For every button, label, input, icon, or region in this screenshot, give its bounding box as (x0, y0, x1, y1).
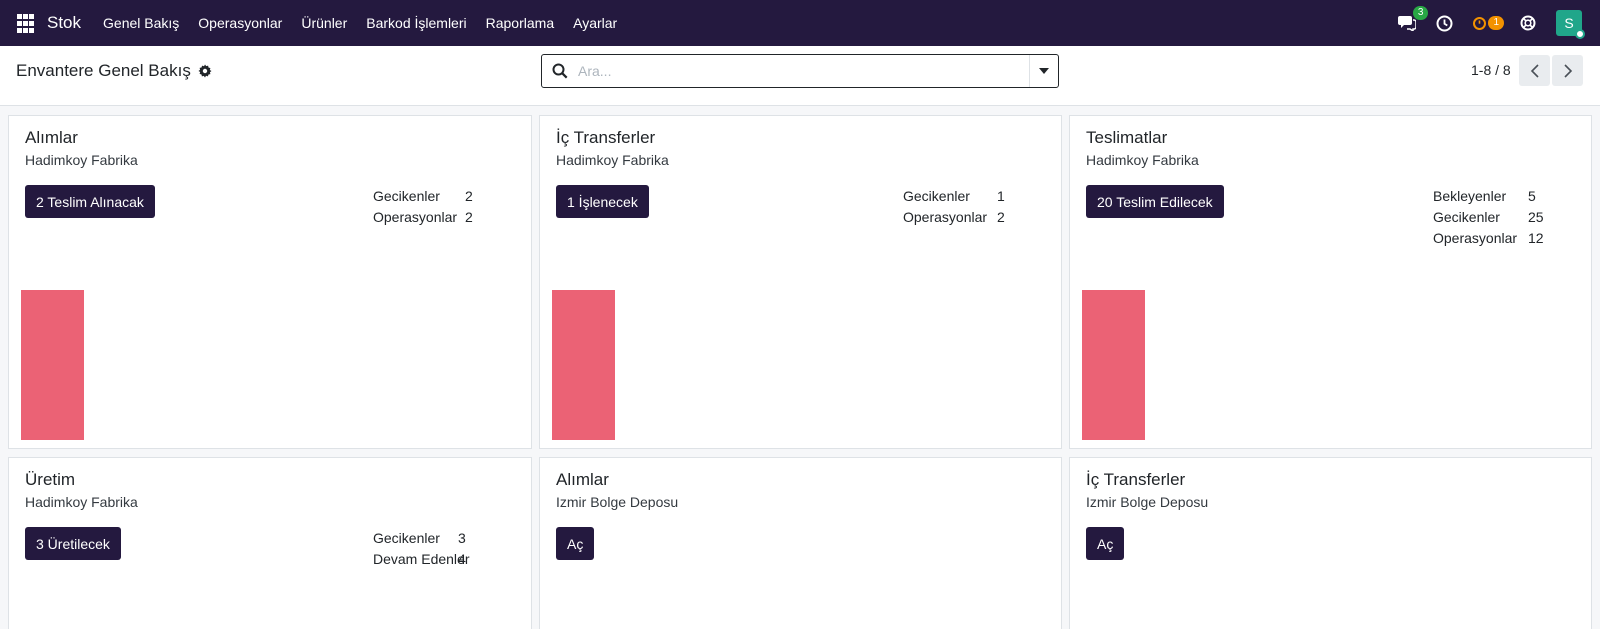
stat-row-late[interactable]: Gecikenler 3 (373, 530, 513, 551)
stat-value: 2 (997, 209, 1005, 225)
stat-label: Gecikenler (373, 530, 440, 546)
apps-grid-icon[interactable] (17, 14, 35, 33)
menu-item-products[interactable]: Ürünler (301, 15, 347, 31)
menu-item-reporting[interactable]: Raporlama (486, 15, 554, 31)
card-stats: Gecikenler 2 Operasyonlar 2 (373, 188, 513, 230)
stat-row-waiting[interactable]: Bekleyenler 5 (1433, 188, 1573, 209)
stat-row-late[interactable]: Gecikenler 25 (1433, 209, 1573, 230)
control-panel: Envantere Genel Bakış 1-8 / 8 (0, 46, 1600, 106)
stat-value: 25 (1528, 209, 1544, 225)
kanban-card-internal-izmir[interactable]: İç Transferler Izmir Bolge Deposu Aç (1069, 457, 1592, 629)
graph-bar[interactable] (1082, 290, 1145, 440)
timer-badge: 1 (1488, 16, 1504, 30)
search-input[interactable] (578, 63, 1018, 79)
receipts-to-process-button[interactable]: 2 Teslim Alınacak (25, 185, 155, 218)
stat-row-operations[interactable]: Operasyonlar 2 (903, 209, 1043, 230)
menu-item-overview[interactable]: Genel Bakış (103, 15, 179, 31)
lifebuoy-icon (1520, 15, 1536, 31)
stopwatch-icon (1473, 16, 1487, 30)
chevron-left-icon (1530, 63, 1539, 78)
activities-tray[interactable] (1436, 15, 1453, 32)
open-button[interactable]: Aç (556, 527, 595, 560)
manufacturing-to-process-button[interactable]: 3 Üretilecek (25, 527, 121, 560)
app-brand[interactable]: Stok (47, 13, 81, 33)
messages-badge: 3 (1412, 6, 1429, 20)
page-title-text: Envantere Genel Bakış (16, 61, 191, 80)
graph-bar[interactable] (21, 290, 84, 440)
card-stats: Bekleyenler 5 Gecikenler 25 Operasyonlar… (1433, 188, 1573, 251)
search-box (541, 54, 1059, 88)
pager-next-button[interactable] (1552, 55, 1583, 86)
kanban-card-internal-hadimkoy[interactable]: İç Transferler Hadimkoy Fabrika 1 İşlene… (539, 115, 1062, 449)
chevron-right-icon (1563, 63, 1572, 78)
card-warehouse: Izmir Bolge Deposu (1086, 494, 1209, 510)
card-title[interactable]: İç Transferler (556, 128, 655, 148)
main-menu: Genel Bakış Operasyonlar Ürünler Barkod … (103, 15, 636, 31)
menu-item-barcode[interactable]: Barkod İşlemleri (366, 15, 466, 31)
menu-item-operations[interactable]: Operasyonlar (198, 15, 282, 31)
status-dot-icon (1575, 29, 1585, 39)
card-warehouse: Hadimkoy Fabrika (25, 152, 138, 168)
stat-value: 4 (458, 551, 466, 567)
stat-label: Devam Edenler (373, 551, 470, 567)
stat-label: Bekleyenler (1433, 188, 1507, 204)
stat-label: Operasyonlar (1433, 230, 1518, 246)
stat-row-late[interactable]: Gecikenler 2 (373, 188, 513, 209)
card-warehouse: Hadimkoy Fabrika (1086, 152, 1199, 168)
systray: 3 1 S (1398, 0, 1600, 46)
kanban-card-receipts-izmir[interactable]: Alımlar Izmir Bolge Deposu Aç (539, 457, 1062, 629)
card-stats: Gecikenler 3 Devam Edenler 4 (373, 530, 513, 572)
stat-value: 5 (1528, 188, 1536, 204)
pager-value[interactable]: 1-8 / 8 (1471, 62, 1511, 78)
user-avatar[interactable]: S (1556, 10, 1585, 39)
stat-label: Gecikenler (373, 188, 440, 204)
gear-icon[interactable] (198, 64, 212, 78)
kanban-card-deliveries-hadimkoy[interactable]: Teslimatlar Hadimkoy Fabrika 20 Teslim E… (1069, 115, 1592, 449)
card-title[interactable]: Üretim (25, 470, 75, 490)
stat-value: 2 (465, 188, 473, 204)
card-stats: Gecikenler 1 Operasyonlar 2 (903, 188, 1043, 230)
deliveries-to-process-button[interactable]: 20 Teslim Edilecek (1086, 185, 1224, 218)
internal-to-process-button[interactable]: 1 İşlenecek (556, 185, 649, 218)
stat-value: 2 (465, 209, 473, 225)
card-title[interactable]: Alımlar (25, 128, 78, 148)
support-tray[interactable] (1520, 15, 1536, 31)
stat-row-in-progress[interactable]: Devam Edenler 4 (373, 551, 513, 572)
kanban-card-manufacturing-hadimkoy[interactable]: Üretim Hadimkoy Fabrika 3 Üretilecek Gec… (8, 457, 532, 629)
caret-down-icon (1039, 68, 1049, 74)
timer-tray[interactable]: 1 (1473, 16, 1504, 30)
stat-label: Operasyonlar (373, 209, 458, 225)
card-warehouse: Hadimkoy Fabrika (556, 152, 669, 168)
card-warehouse: Izmir Bolge Deposu (556, 494, 679, 510)
stat-value: 12 (1528, 230, 1544, 246)
stat-label: Gecikenler (1433, 209, 1500, 225)
kanban-card-receipts-hadimkoy[interactable]: Alımlar Hadimkoy Fabrika 2 Teslim Alınac… (8, 115, 532, 449)
search-icon (552, 63, 568, 79)
open-button[interactable]: Aç (1086, 527, 1125, 560)
card-title[interactable]: Teslimatlar (1086, 128, 1167, 148)
card-title[interactable]: İç Transferler (1086, 470, 1185, 490)
search-options-toggle[interactable] (1029, 55, 1058, 87)
graph-bar[interactable] (552, 290, 615, 440)
avatar-letter: S (1564, 15, 1574, 31)
card-warehouse: Hadimkoy Fabrika (25, 494, 138, 510)
page-title: Envantere Genel Bakış (16, 61, 212, 81)
stat-row-late[interactable]: Gecikenler 1 (903, 188, 1043, 209)
stat-row-operations[interactable]: Operasyonlar 12 (1433, 230, 1573, 251)
stat-label: Operasyonlar (903, 209, 988, 225)
stat-label: Gecikenler (903, 188, 970, 204)
top-navbar: Stok Genel Bakış Operasyonlar Ürünler Ba… (0, 0, 1600, 46)
pager-previous-button[interactable] (1519, 55, 1550, 86)
card-title[interactable]: Alımlar (556, 470, 609, 490)
messages-tray[interactable]: 3 (1398, 6, 1429, 31)
stat-value: 1 (997, 188, 1005, 204)
clock-icon (1436, 15, 1453, 31)
menu-item-settings[interactable]: Ayarlar (573, 15, 617, 31)
stat-row-operations[interactable]: Operasyonlar 2 (373, 209, 513, 230)
stat-value: 3 (458, 530, 466, 546)
